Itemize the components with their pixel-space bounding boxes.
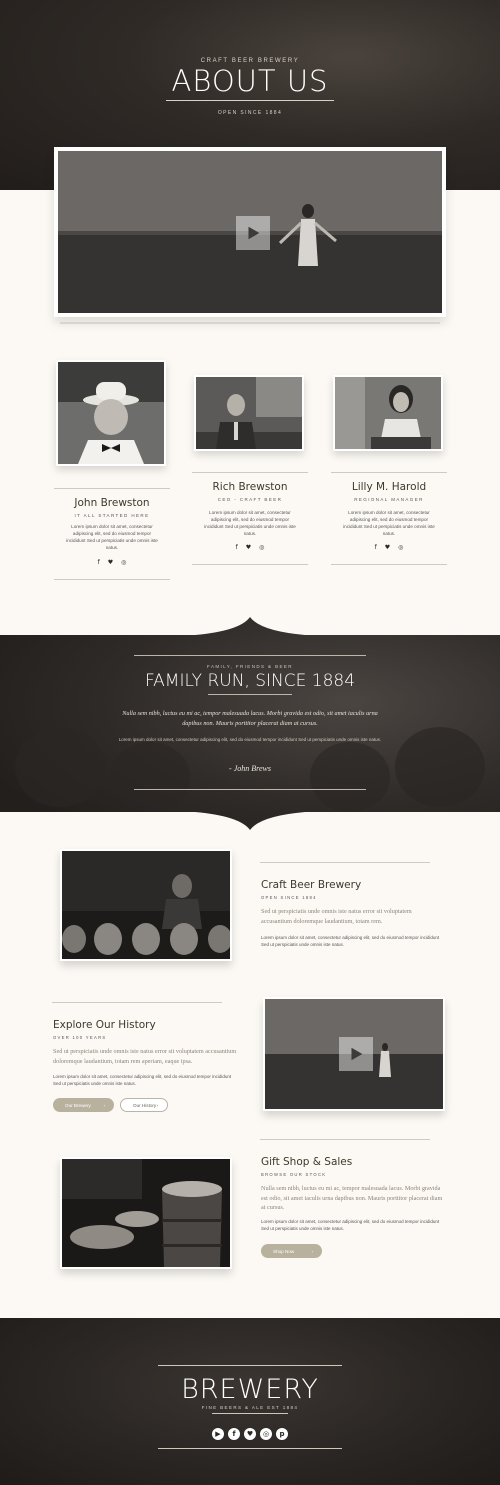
main-video[interactable]	[54, 147, 446, 317]
family-title: FAMILY RUN, SINCE 1884	[144, 671, 356, 691]
facebook-icon[interactable]: f	[236, 544, 238, 551]
shop-now-button[interactable]: Shop Now ›	[261, 1244, 322, 1258]
family-signature: - John Brews	[229, 764, 271, 773]
team-role: IT ALL STARTED HERE	[74, 513, 150, 518]
history-video-frame	[265, 999, 443, 1109]
twitter-icon[interactable]: ♥	[244, 1428, 256, 1440]
team-photo	[194, 375, 304, 451]
portrait-image	[335, 377, 441, 449]
portrait-image	[58, 362, 164, 464]
family-quote: Nulla sem nibh, luctus eu mi ac, tempor …	[122, 710, 378, 727]
gift-title: Gift Shop & Sales	[261, 1156, 353, 1168]
history-serif: Sed ut perspiciatis unde omnis iste natu…	[53, 1048, 237, 1065]
footer-social: ▶ f ♥ ◎ p	[0, 1428, 500, 1440]
facebook-icon[interactable]: f	[228, 1428, 240, 1440]
craft-serif: Sed ut perspiciatis unde omnis iste natu…	[261, 908, 412, 925]
play-icon	[248, 226, 260, 240]
team-photo	[333, 375, 443, 451]
footer-brand: BREWERY	[181, 1374, 319, 1405]
page-title: ABOUT US	[171, 64, 329, 98]
family-body: Lorem ipsum dolor sit amet, consectetur …	[118, 737, 382, 742]
pinterest-icon[interactable]: p	[276, 1428, 288, 1440]
youtube-icon[interactable]: ▶	[212, 1428, 224, 1440]
play-button[interactable]	[236, 216, 270, 250]
footer-tagline: FINE BEERS & ALE EST 1884	[201, 1405, 299, 1410]
card-divider	[192, 472, 308, 473]
gift-body: Lorem ipsum dolor sit amet, consectetur …	[261, 1219, 440, 1231]
video-shadow	[60, 322, 440, 324]
card-divider	[192, 564, 308, 565]
family-kicker: FAMILY, FRIENDS & BEER	[207, 664, 293, 669]
team-bio: Lorem ipsum dolor sit amet, consectetur …	[66, 524, 158, 550]
team-bio: Lorem ipsum dolor sit amet, consectetur …	[204, 510, 296, 536]
craft-image	[60, 849, 232, 961]
arrow-right-icon: ›	[311, 1248, 313, 1254]
history-video[interactable]	[263, 997, 445, 1111]
instagram-icon[interactable]: ◎	[121, 559, 126, 566]
history-body: Lorem ipsum dolor sit amet, consectetur …	[53, 1074, 232, 1086]
footer-divider-bottom	[158, 1448, 342, 1449]
craft-divider	[260, 862, 430, 863]
history-kicker: OVER 100 YEARS	[53, 1035, 107, 1040]
facebook-icon[interactable]: f	[98, 559, 100, 566]
hero-since: OPEN SINCE 1884	[217, 110, 283, 116]
our-brewery-button[interactable]: Our Brewery ›	[53, 1098, 114, 1112]
team-social: f ♥ ◎	[331, 544, 447, 551]
play-icon	[351, 1047, 363, 1061]
our-history-button[interactable]: Our History ›	[120, 1098, 168, 1112]
twitter-icon[interactable]: ♥	[385, 544, 390, 551]
family-divider-top	[134, 655, 366, 656]
gift-kicker: BROWSE OUR STOCK	[261, 1172, 327, 1177]
footer: BREWERY FINE BEERS & ALE EST 1884 ▶ f ♥ …	[0, 1318, 500, 1485]
team-social: f ♥ ◎	[54, 559, 170, 566]
family-section: FAMILY, FRIENDS & BEER FAMILY RUN, SINCE…	[0, 617, 500, 832]
family-divider-mid	[208, 694, 292, 695]
craft-title: Craft Beer Brewery	[261, 879, 362, 891]
facebook-icon[interactable]: f	[375, 544, 377, 551]
twitter-icon[interactable]: ♥	[108, 559, 113, 566]
arrow-right-icon: ›	[156, 1102, 158, 1108]
card-divider	[54, 488, 170, 489]
instagram-icon[interactable]: ◎	[259, 544, 264, 551]
family-divider-bottom	[134, 789, 366, 790]
card-divider	[54, 579, 170, 580]
team-role: CEO - CRAFT BEER	[217, 497, 283, 502]
instagram-icon[interactable]: ◎	[260, 1428, 272, 1440]
team-card-john: John Brewston IT ALL STARTED HERE Lorem …	[54, 360, 170, 584]
main-video-frame	[58, 151, 442, 313]
team-name: Rich Brewston	[212, 481, 288, 493]
barrels-photo	[62, 851, 232, 959]
card-divider	[331, 472, 447, 473]
play-button[interactable]	[339, 1037, 373, 1071]
team-name: Lilly M. Harold	[351, 481, 427, 493]
team-social: f ♥ ◎	[192, 544, 308, 551]
hero-divider	[166, 100, 334, 101]
history-divider	[52, 1002, 222, 1003]
team-bio: Lorem ipsum dolor sit amet, consectetur …	[343, 510, 435, 536]
team-photo	[56, 360, 166, 466]
arrow-right-icon: ›	[103, 1102, 105, 1108]
gift-divider	[260, 1139, 430, 1140]
our-history-label: Our History	[133, 1102, 157, 1108]
produce-photo	[62, 1159, 230, 1267]
craft-body: Lorem ipsum dolor sit amet, consectetur …	[261, 935, 440, 947]
instagram-icon[interactable]: ◎	[398, 544, 403, 551]
gift-image	[60, 1157, 232, 1269]
twitter-icon[interactable]: ♥	[246, 544, 251, 551]
card-divider	[331, 564, 447, 565]
craft-kicker: OPEN SINCE 1884	[261, 895, 317, 900]
shop-now-label: Shop Now	[273, 1248, 295, 1254]
our-brewery-label: Our Brewery	[65, 1102, 91, 1108]
team-name: John Brewston	[74, 497, 150, 509]
team-card-rich: Rich Brewston CEO - CRAFT BEER Lorem ips…	[192, 375, 308, 569]
portrait-image	[196, 377, 302, 449]
footer-divider-top	[158, 1365, 342, 1366]
history-title: Explore Our History	[53, 1019, 156, 1031]
team-role: REGIONAL MANAGER	[354, 497, 424, 502]
footer-divider-mid	[212, 1413, 288, 1414]
team-card-lilly: Lilly M. Harold REGIONAL MANAGER Lorem i…	[331, 375, 447, 569]
gift-serif: Nulla sem nibh, luctus eu mi ac, tempor …	[261, 1185, 443, 1211]
